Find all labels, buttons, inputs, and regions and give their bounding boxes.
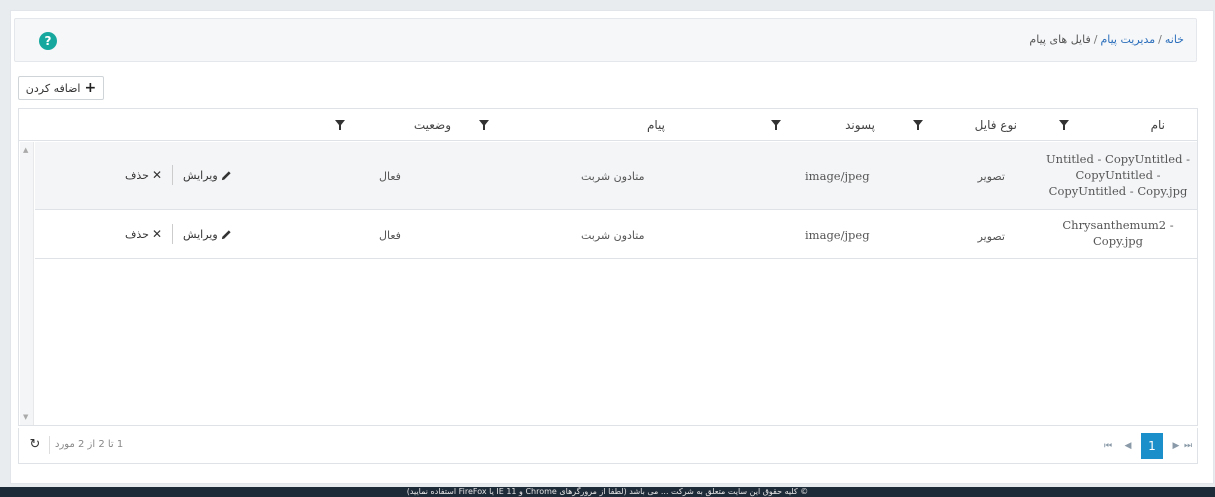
refresh-icon[interactable]: ↻ <box>27 437 43 453</box>
cell-status: فعال <box>379 170 401 183</box>
column-header-status[interactable]: وضعیت <box>414 109 451 141</box>
footer: © کلیه حقوق این سایت متعلق به شرکت ... م… <box>0 487 1215 497</box>
filter-icon[interactable] <box>1059 120 1069 130</box>
add-button[interactable]: + اضافه کردن <box>18 76 104 100</box>
edit-label: ویرایش <box>183 227 218 241</box>
action-separator <box>172 224 174 244</box>
close-icon: ✕ <box>151 227 163 241</box>
filter-icon[interactable] <box>335 120 345 130</box>
cell-message: متادون شربت <box>581 229 645 242</box>
breadcrumb-bar: ? خانه/مدیریت پیام/فایل های پیام <box>14 18 1197 62</box>
pencil-icon <box>221 229 231 239</box>
pencil-icon <box>221 170 231 180</box>
help-icon[interactable]: ? <box>39 32 57 50</box>
edit-label: ویرایش <box>183 168 218 182</box>
edit-button[interactable]: ویرایش <box>183 169 232 182</box>
breadcrumb-section[interactable]: مدیریت پیام <box>1100 33 1155 46</box>
pager-bar: ↻ 1 تا 2 از 2 مورد ◀ ⏮ 1 ▶ ⏭ <box>18 428 1198 464</box>
breadcrumb: خانه/مدیریت پیام/فایل های پیام <box>1029 33 1184 46</box>
scroll-down-icon[interactable]: ▼ <box>23 413 28 421</box>
row-actions: ویرایش ✕ حذف <box>125 165 232 185</box>
add-button-label: اضافه کردن <box>25 81 81 95</box>
cell-file-type: تصویر <box>977 170 1005 183</box>
table-row[interactable]: Chrysanthemum2 - Copy.jpg تصویر image/jp… <box>35 211 1197 259</box>
breadcrumb-separator: / <box>1093 33 1098 46</box>
cell-extension: image/jpeg <box>805 169 870 183</box>
filter-icon[interactable] <box>479 120 489 130</box>
cell-file-type: تصویر <box>977 230 1005 243</box>
pager-prev-icon[interactable]: ◀ <box>1119 436 1137 456</box>
breadcrumb-home[interactable]: خانه <box>1165 33 1184 46</box>
table-row[interactable]: Untitled - CopyUntitled - CopyUntitled -… <box>35 142 1197 210</box>
filter-icon[interactable] <box>771 120 781 130</box>
delete-label: حذف <box>125 168 149 182</box>
delete-button[interactable]: ✕ حذف <box>125 168 162 182</box>
pager-info: 1 تا 2 از 2 مورد <box>55 439 124 450</box>
files-table: نام نوع فایل پسوند پیام وضعیت ▲ ▼ Untitl… <box>18 108 1198 426</box>
edit-button[interactable]: ویرایش <box>183 228 232 241</box>
filter-icon[interactable] <box>913 120 923 130</box>
action-separator <box>172 165 174 185</box>
scroll-up-icon[interactable]: ▲ <box>23 146 28 154</box>
pager-separator <box>49 436 50 454</box>
row-actions: ویرایش ✕ حذف <box>125 224 232 244</box>
pager-first-icon[interactable]: ⏮ <box>1099 436 1117 456</box>
cell-status: فعال <box>379 229 401 242</box>
breadcrumb-separator: / <box>1158 33 1162 46</box>
pager-last-icon[interactable]: ⏭ <box>1179 436 1197 456</box>
table-scrollbar[interactable]: ▲ ▼ <box>20 142 34 425</box>
column-header-name[interactable]: نام <box>1151 109 1165 141</box>
cell-extension: image/jpeg <box>805 228 870 242</box>
delete-label: حذف <box>125 227 149 241</box>
column-header-message[interactable]: پیام <box>647 109 665 141</box>
plus-icon: + <box>84 80 97 96</box>
cell-message: متادون شربت <box>581 170 645 183</box>
delete-button[interactable]: ✕ حذف <box>125 227 162 241</box>
cell-name: Chrysanthemum2 - Copy.jpg <box>1062 218 1174 248</box>
column-header-file-type[interactable]: نوع فایل <box>975 109 1017 141</box>
breadcrumb-current: فایل های پیام <box>1029 33 1091 46</box>
column-header-extension[interactable]: پسوند <box>845 109 875 141</box>
cell-name: Untitled - CopyUntitled - CopyUntitled -… <box>1045 152 1191 198</box>
pager-page-current[interactable]: 1 <box>1141 433 1163 459</box>
table-header: نام نوع فایل پسوند پیام وضعیت <box>19 109 1197 141</box>
close-icon: ✕ <box>151 168 163 182</box>
